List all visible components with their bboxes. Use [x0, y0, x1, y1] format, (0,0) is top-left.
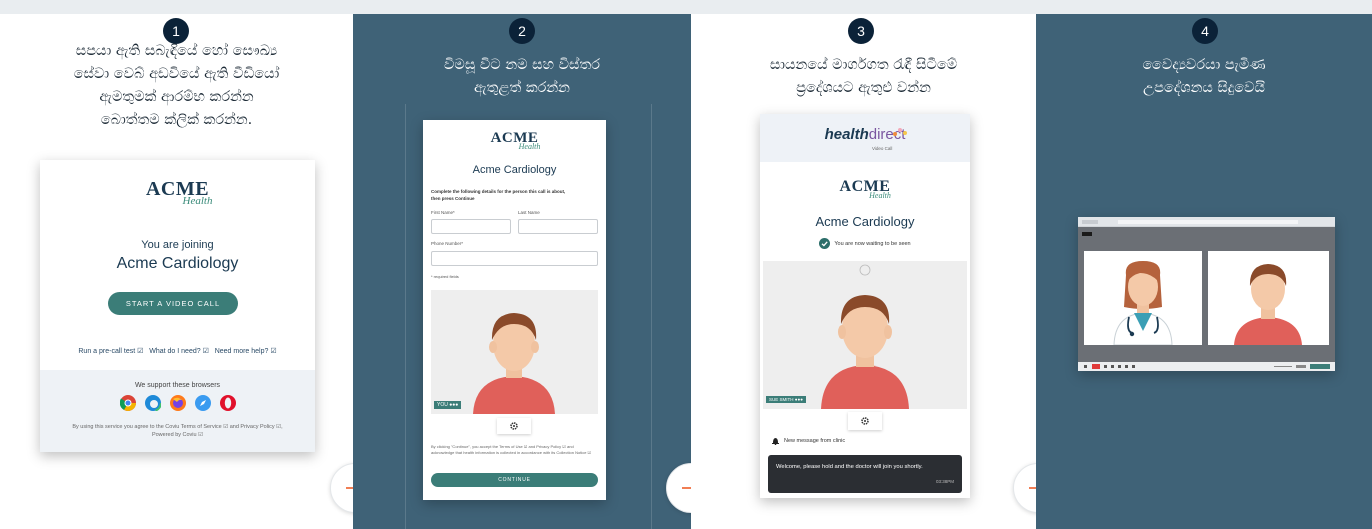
- clinic-name: Acme Cardiology: [815, 214, 915, 229]
- phone-input[interactable]: [431, 251, 598, 266]
- person-avatar-icon: [1234, 264, 1302, 345]
- browsers-heading: We support these browsers: [134, 382, 221, 389]
- step-1-caption: සපයා ඇති සබැඳියේ හෝ සෞඛ්‍ය සේවා වෙබ් අඩව…: [20, 40, 333, 132]
- start-call-page-card: ACME Health You are joining Acme Cardiol…: [40, 160, 315, 452]
- brand-dots-icon: [893, 128, 909, 136]
- clinic-message-bubble: Welcome, please hold and the doctor will…: [768, 455, 962, 493]
- terms-footer: By using this service you agree to the C…: [72, 424, 283, 438]
- caption-line: බොත්තම ක්ලික් කරන්න.: [100, 112, 253, 128]
- step-2-panel: 2 විමසූ විට නම සහ විස්තර ඇතුළත් කරන්න AC…: [353, 14, 691, 529]
- waiting-area-card: healthdirect Video Call ACME Health Acme…: [760, 114, 970, 498]
- settings-button[interactable]: [497, 418, 531, 434]
- caption-line: සපයා ඇති සබැඳියේ හෝ සෞඛ්‍ය: [75, 43, 278, 59]
- form-instructions: Complete the following details for the p…: [431, 189, 566, 201]
- message-heading: New message from clinic: [772, 437, 845, 445]
- step-4-panel: 4 වෛද්‍යවරයා පැමිණ උපදේශනය සිදුවෙයි: [1036, 14, 1372, 529]
- doctor-video-tile: [1084, 251, 1202, 345]
- message-text: Welcome, please hold and the doctor will…: [776, 464, 923, 470]
- gear-icon: [861, 417, 869, 425]
- caption-line: උපදේශනය සිදුවෙයි: [1143, 80, 1265, 96]
- top-strip: [0, 0, 1372, 14]
- details-form-card: ACME Health Acme Cardiology Complete the…: [423, 120, 606, 500]
- window-titlebar: [1078, 217, 1335, 227]
- what-do-i-need-link[interactable]: What do I need? ☑: [149, 348, 209, 355]
- gear-icon: [510, 422, 518, 430]
- first-name-label: First Name*: [431, 210, 455, 215]
- caption-line: ඇමතුමක් ආරම්භ කරන්න: [99, 89, 254, 105]
- firefox-icon: [169, 395, 186, 411]
- caption-line: විමසූ විට නම සහ විස්තර: [444, 57, 600, 73]
- step-4-badge: 4: [1192, 18, 1218, 44]
- caption-line: සායනයේ මාර්ගගත රැඳී සිටීමේ: [769, 57, 958, 73]
- patient-video-tile: [1208, 251, 1329, 345]
- step-4-caption: වෛද්‍යවරයා පැමිණ උපදේශනය සිදුවෙයි: [1046, 54, 1362, 100]
- clinic-name: Acme Cardiology: [472, 164, 557, 176]
- last-name-label: Last Name: [518, 210, 540, 215]
- caption-line: ඇතුළත් කරන්න: [474, 80, 570, 96]
- person-avatar-icon: [821, 264, 909, 409]
- step-3-badge: 3: [848, 18, 874, 44]
- required-note: * required fields: [431, 274, 459, 279]
- healthdirect-logo: healthdirect: [824, 126, 906, 143]
- person-avatar-icon: [473, 313, 555, 414]
- need-more-help-link[interactable]: Need more help? ☑: [215, 348, 277, 355]
- video-call-window: [1078, 217, 1335, 371]
- acme-health-logo: ACME Health: [145, 178, 213, 207]
- safari-icon: [194, 395, 211, 411]
- acme-health-logo: ACME Health: [839, 178, 891, 200]
- check-circle-icon: [819, 238, 831, 249]
- step-2-badge: 2: [509, 18, 535, 44]
- video-name-tag: YOU ●●●: [434, 401, 462, 409]
- first-name-input[interactable]: [431, 219, 511, 234]
- clinic-name: Acme Cardiology: [116, 255, 239, 272]
- browsers-section: We support these browsers By using this …: [40, 370, 315, 452]
- caption-line: සේවා වෙබ් අඩවියේ ඇති වීඩියෝ: [73, 66, 280, 82]
- call-stage: [1078, 227, 1335, 362]
- step-3-caption: සායනයේ මාර්ගගත රැඳී සිටීමේ ප්‍රදේශයට ඇතු…: [701, 54, 1026, 100]
- doctor-avatar-icon: [1113, 261, 1173, 345]
- settings-button[interactable]: [848, 412, 882, 430]
- healthdirect-header: healthdirect Video Call: [760, 114, 970, 162]
- self-video-preview: YOU ●●●: [431, 290, 598, 414]
- step-2-caption: විමසූ විට නම සහ විස්තර ඇතුළත් කරන්න: [363, 54, 681, 100]
- continue-button[interactable]: CONTINUE: [431, 473, 598, 487]
- help-links: Run a pre-call test ☑ What do I need? ☑ …: [40, 347, 315, 355]
- pre-call-test-link[interactable]: Run a pre-call test ☑: [78, 348, 143, 355]
- start-video-call-button[interactable]: START A VIDEO CALL: [108, 292, 238, 315]
- caption-line: ප්‍රදේශයට ඇතුළු වන්න: [796, 80, 931, 96]
- bell-icon: [772, 438, 779, 445]
- step-3-panel: 3 සායනයේ මාර්ගගත රැඳී සිටීමේ ප්‍රදේශයට ඇ…: [691, 14, 1036, 529]
- video-call-label: Video Call: [872, 146, 893, 151]
- browser-icons: [40, 395, 315, 411]
- phone-label: Phone Number*: [431, 241, 464, 246]
- joining-text: You are joining: [141, 239, 214, 251]
- end-call-button[interactable]: [1092, 364, 1100, 369]
- call-controls-bar: [1078, 362, 1335, 371]
- message-time: 03:38PM: [935, 479, 954, 484]
- video-name-tag: SUE SMITH ●●●: [766, 396, 806, 403]
- opera-icon: [219, 395, 236, 411]
- caption-line: වෛද්‍යවරයා පැමිණ: [1142, 57, 1266, 73]
- waiting-status: You are now waiting to be seen: [760, 238, 970, 249]
- self-video-preview: SUE SMITH ●●●: [763, 261, 967, 409]
- terms-text: By clicking "Continue", you accept the T…: [431, 444, 592, 455]
- step-1-panel: 1 සපයා ඇති සබැඳියේ හෝ සෞඛ්‍ය සේවා වෙබ් අ…: [0, 14, 380, 529]
- acme-health-logo: ACME Health: [490, 130, 541, 151]
- edge-icon: [144, 395, 161, 411]
- share-button[interactable]: [1310, 364, 1330, 369]
- chrome-icon: [119, 395, 136, 411]
- last-name-input[interactable]: [518, 219, 598, 234]
